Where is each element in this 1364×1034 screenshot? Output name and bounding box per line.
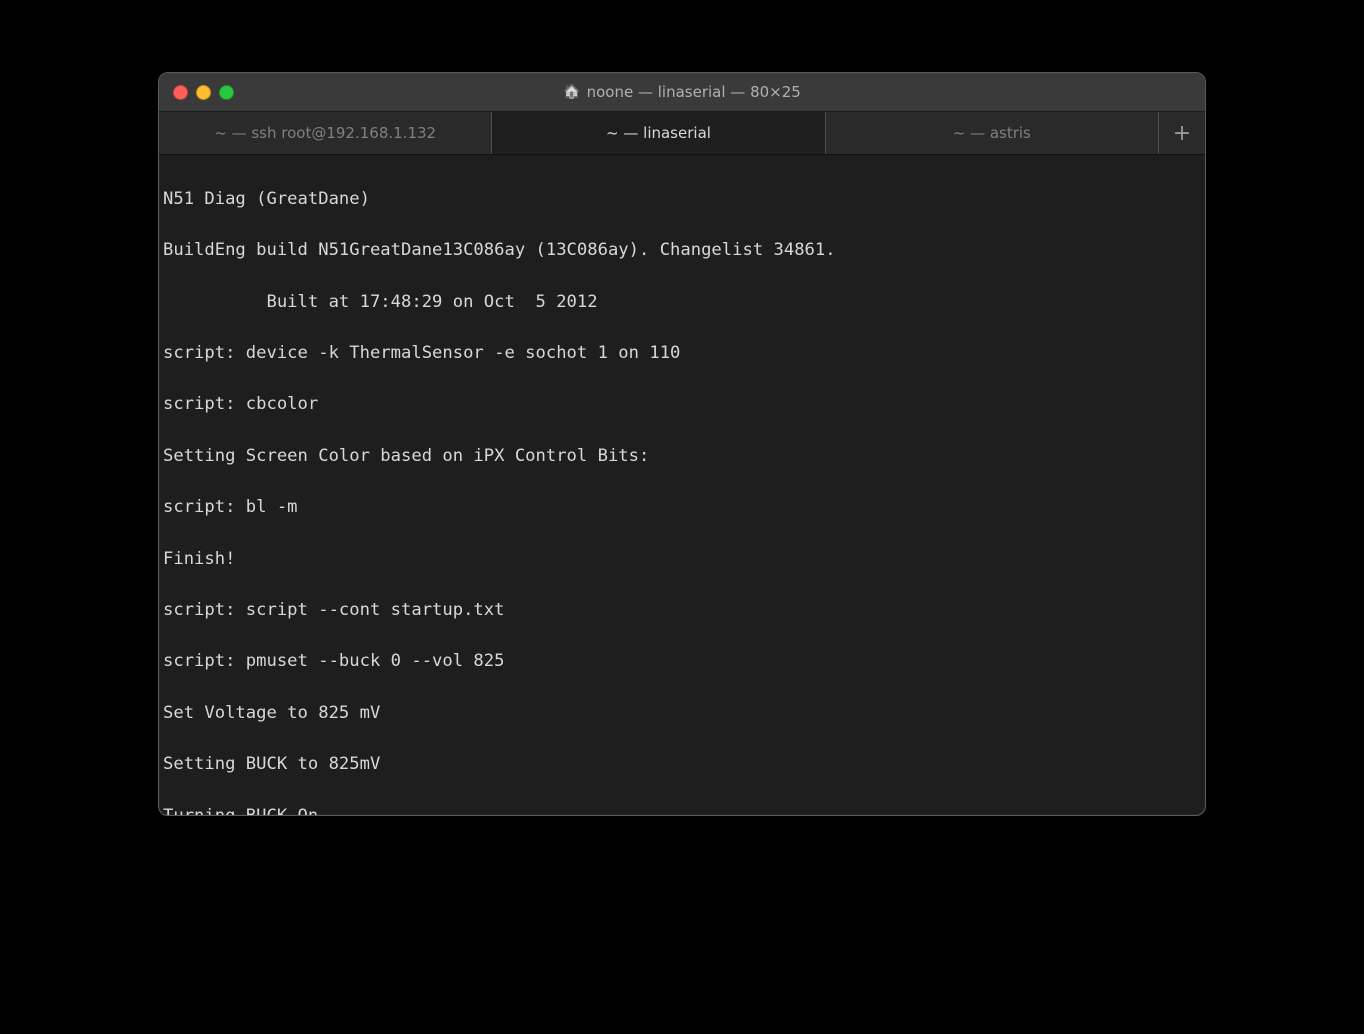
tab-label: ~ — ssh root@192.168.1.132	[214, 124, 436, 142]
home-icon: 🏠	[563, 84, 580, 100]
tab-label: ~ — astris	[953, 124, 1031, 142]
terminal-line: Set Voltage to 825 mV	[163, 701, 1201, 727]
window-title: 🏠 noone — linaserial — 80×25	[159, 83, 1205, 101]
terminal-line: script: cbcolor	[163, 392, 1201, 418]
terminal-line: script: bl -m	[163, 495, 1201, 521]
tab-bar: ~ — ssh root@192.168.1.132 ~ — linaseria…	[159, 112, 1205, 155]
tab-astris[interactable]: ~ — astris	[826, 112, 1159, 154]
close-window-button[interactable]	[173, 85, 188, 100]
terminal-line: script: script --cont startup.txt	[163, 598, 1201, 624]
traffic-lights	[173, 85, 234, 100]
zoom-window-button[interactable]	[219, 85, 234, 100]
terminal-line: BuildEng build N51GreatDane13C086ay (13C…	[163, 238, 1201, 264]
terminal-line: Built at 17:48:29 on Oct 5 2012	[163, 290, 1201, 316]
minimize-window-button[interactable]	[196, 85, 211, 100]
terminal-line: script: device -k ThermalSensor -e socho…	[163, 341, 1201, 367]
terminal-output[interactable]: N51 Diag (GreatDane) BuildEng build N51G…	[159, 155, 1205, 815]
terminal-line: script: pmuset --buck 0 --vol 825	[163, 649, 1201, 675]
tab-ssh[interactable]: ~ — ssh root@192.168.1.132	[159, 112, 492, 154]
plus-icon: +	[1173, 121, 1191, 146]
new-tab-button[interactable]: +	[1159, 112, 1205, 154]
tab-linaserial[interactable]: ~ — linaserial	[492, 112, 825, 154]
terminal-window: 🏠 noone — linaserial — 80×25 ~ — ssh roo…	[158, 72, 1206, 816]
tab-label: ~ — linaserial	[606, 124, 711, 142]
terminal-line: Turning BUCK On	[163, 804, 1201, 815]
terminal-line: Setting BUCK to 825mV	[163, 752, 1201, 778]
terminal-line: Setting Screen Color based on iPX Contro…	[163, 444, 1201, 470]
window-title-text: noone — linaserial — 80×25	[587, 83, 801, 101]
title-bar[interactable]: 🏠 noone — linaserial — 80×25	[159, 73, 1205, 112]
terminal-line: Finish!	[163, 547, 1201, 573]
terminal-line: N51 Diag (GreatDane)	[163, 187, 1201, 213]
